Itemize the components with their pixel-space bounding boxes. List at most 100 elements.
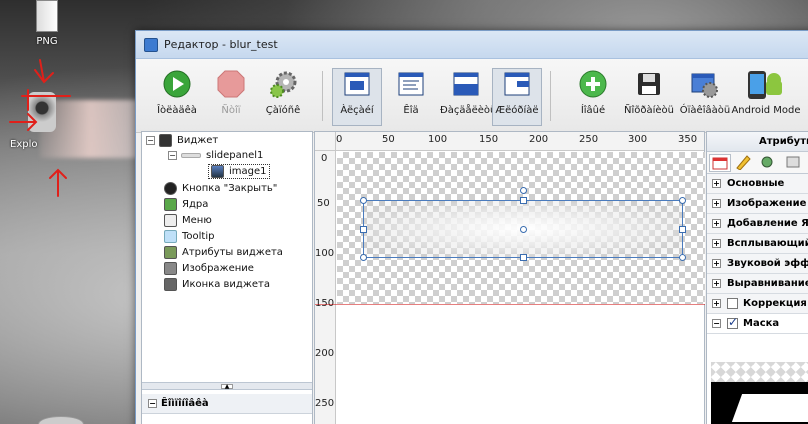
run-button[interactable]: Çàïóñê <box>254 69 312 116</box>
collapse-icon[interactable]: − <box>146 136 155 145</box>
layout-section-header[interactable]: − Êîìïîíîâêà <box>142 394 312 414</box>
expand-icon[interactable]: + <box>712 279 721 288</box>
expand-icon[interactable]: + <box>712 299 721 308</box>
resize-handle[interactable] <box>360 226 367 233</box>
package-button-label: Óïàêîâàòü <box>679 105 731 116</box>
tree-item-attributes[interactable]: Атрибуты виджета <box>164 246 283 259</box>
tree-item-label: Ядра <box>182 199 209 210</box>
log-view-label: Æëóðíàë <box>495 105 539 116</box>
debug-button[interactable]: Îòëàäêà <box>148 69 206 116</box>
resize-handle[interactable] <box>360 254 367 261</box>
tree-item-label: Виджет <box>177 135 219 146</box>
attr-section-label: Основные <box>727 178 785 189</box>
tree-item-cores[interactable]: Ядра <box>164 198 208 211</box>
attr-section-mask[interactable]: − Маска <box>707 314 808 334</box>
design-canvas[interactable]: 0 50 100 150 200 250 300 350 0 50 100 15… <box>314 131 705 424</box>
expand-icon[interactable]: + <box>712 239 721 248</box>
split-view-button[interactable]: Ðàçäåëèòü <box>440 69 496 116</box>
slidepanel-icon <box>181 153 201 158</box>
picture-icon <box>164 262 177 275</box>
code-view-button[interactable]: Êîä <box>386 69 436 116</box>
collapse-icon[interactable]: − <box>712 319 721 328</box>
title-bar: Редактор - blur_test <box>136 31 808 59</box>
resize-handle[interactable] <box>679 226 686 233</box>
resize-handle[interactable] <box>679 254 686 261</box>
shadow-icon[interactable] <box>783 154 805 172</box>
new-plus-icon <box>578 69 608 99</box>
tree-item-widget-icon[interactable]: Иконка виджета <box>164 278 270 291</box>
desktop-icon-png[interactable]: PNG <box>30 0 64 47</box>
panel-splitter[interactable]: ▲ <box>142 382 312 390</box>
expand-icon[interactable]: + <box>712 219 721 228</box>
mask-white-area <box>731 394 808 422</box>
package-button[interactable]: Óïàêîâàòü <box>676 69 734 116</box>
tree-item-label: Tooltip <box>182 231 215 242</box>
ruler-label: 200 <box>529 134 549 145</box>
image1-widget[interactable] <box>360 187 686 261</box>
window-title: Редактор - blur_test <box>164 38 278 51</box>
design-view-label: Àëçàéí <box>340 105 374 116</box>
ruler-tab-icon[interactable] <box>733 154 755 172</box>
log-view-icon <box>502 69 532 99</box>
ruler-label: 50 <box>317 198 330 209</box>
calendar-icon[interactable] <box>709 154 731 172</box>
attr-section-align[interactable]: + Выравнивание <box>707 274 808 294</box>
chevron-up-icon[interactable]: ▲ <box>221 384 233 390</box>
collapse-icon[interactable]: − <box>168 151 177 160</box>
tree-item-image1[interactable]: image1 <box>208 164 270 179</box>
tree-item-menu[interactable]: Меню <box>164 214 212 227</box>
shapes-icon[interactable] <box>757 154 779 172</box>
save-button[interactable]: Ñîõðàíèòü <box>620 69 678 116</box>
toolbar: Îòëàäêà Ñòîï Çàïóñê Àëçàéí Êîä Ðàçäåëèòü… <box>136 59 808 133</box>
expand-icon[interactable]: + <box>712 259 721 268</box>
attr-section-basic[interactable]: + Основные <box>707 174 808 194</box>
resize-handle[interactable] <box>520 197 527 204</box>
desktop-icon-explo[interactable]: Explo <box>10 92 58 150</box>
new-button[interactable]: Íîâûé <box>564 69 622 116</box>
expand-icon[interactable]: + <box>712 199 721 208</box>
editor-window: Редактор - blur_test Îòëàäêà Ñòîï Çàïóñê <box>135 30 808 424</box>
attr-section-popup[interactable]: + Всплывающий <box>707 234 808 254</box>
ruler-label: 250 <box>579 134 599 145</box>
resize-handle[interactable] <box>520 254 527 261</box>
ruler-label: 200 <box>315 348 335 359</box>
toolbar-separator <box>322 71 323 121</box>
tree-item-label: Атрибуты виджета <box>182 247 283 258</box>
tree-item-label: Меню <box>182 215 212 226</box>
image-icon <box>211 165 224 178</box>
log-view-button[interactable]: Æëóðíàë <box>492 68 542 126</box>
tree-item-tooltip[interactable]: Tooltip <box>164 230 214 243</box>
tree-item-picture[interactable]: Изображение <box>164 262 254 275</box>
attr-section-image[interactable]: + Изображение <box>707 194 808 214</box>
widget-bottom-guide <box>315 304 705 305</box>
tree-item-slidepanel1[interactable]: − slidepanel1 <box>168 150 263 161</box>
collapse-icon[interactable]: − <box>148 399 157 408</box>
resize-handle[interactable] <box>679 197 686 204</box>
mask-preview[interactable] <box>711 362 808 424</box>
attr-section-add[interactable]: + Добавление Я <box>707 214 808 234</box>
ruler-label: 50 <box>382 134 395 145</box>
split-view-icon <box>451 69 481 99</box>
attr-section-sound[interactable]: + Звуковой эфф <box>707 254 808 274</box>
ruler-label: 0 <box>321 153 328 164</box>
save-disk-icon <box>634 69 664 99</box>
tree-item-close-button[interactable]: Кнопка "Закрыть" <box>164 182 277 195</box>
ruler-label: 100 <box>428 134 448 145</box>
correction-checkbox[interactable] <box>727 298 738 309</box>
expand-icon[interactable]: + <box>712 179 721 188</box>
attr-section-correction[interactable]: + Коррекция <box>707 294 808 314</box>
rotate-handle[interactable] <box>520 187 527 194</box>
attr-section-label: Изображение <box>727 198 807 209</box>
tree-item-label: Иконка виджета <box>182 279 270 290</box>
menu-icon <box>164 214 177 227</box>
center-handle[interactable] <box>520 226 527 233</box>
resize-handle[interactable] <box>360 197 367 204</box>
new-button-label: Íîâûé <box>580 105 606 116</box>
mask-checkbox[interactable] <box>727 315 738 329</box>
android-mode-button[interactable]: Android Mode <box>730 69 802 116</box>
design-view-button[interactable]: Àëçàéí <box>332 68 382 126</box>
tree-item-widget[interactable]: − Виджет <box>146 134 218 147</box>
stop-button[interactable]: Ñòîï <box>202 69 260 116</box>
code-view-icon <box>396 69 426 99</box>
widget-icon <box>159 134 172 147</box>
